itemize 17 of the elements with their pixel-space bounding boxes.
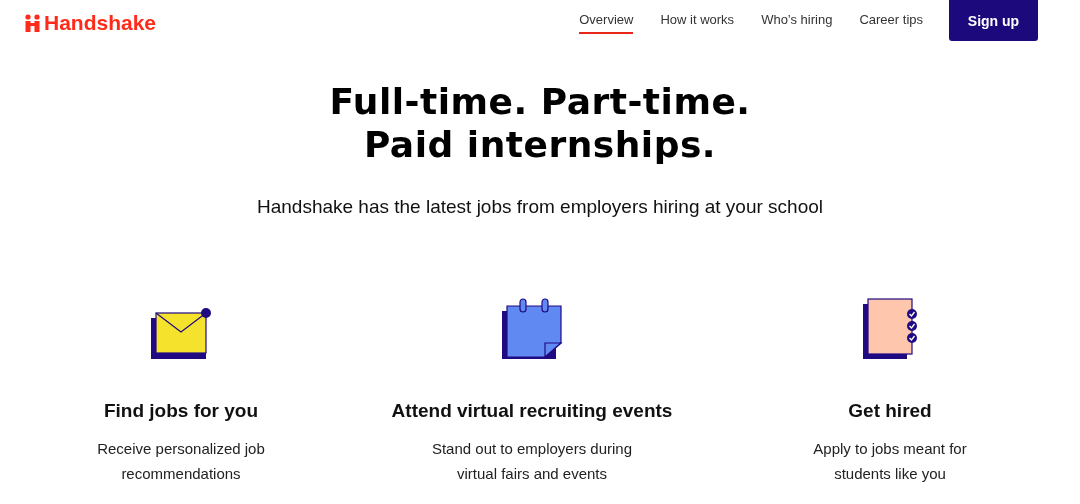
feature-title: Get hired — [848, 400, 932, 422]
feature-description: Receive personalized job recommendations — [97, 439, 265, 484]
nav-link[interactable]: How it works — [660, 0, 735, 34]
nav-link[interactable]: Overview — [579, 0, 634, 34]
feature-title: Find jobs for you — [103, 400, 259, 422]
logo-icon — [25, 14, 41, 32]
hero-subtitle: Handshake has the latest jobs from employers hiring at your school — [256, 196, 824, 218]
nav-link[interactable]: Career tips — [859, 0, 923, 34]
envelope-icon — [150, 308, 212, 360]
notebook-icon — [862, 298, 918, 360]
calendar-icon — [501, 298, 563, 360]
feature-description: Apply to jobs meant for students like you — [813, 439, 967, 484]
feature-title: Attend virtual recruiting events — [391, 400, 673, 422]
nav-link[interactable]: Who’s hiring — [761, 0, 833, 34]
sign-up-button[interactable]: Sign up — [949, 0, 1038, 41]
hero-title: Full-time. Part-time. Paid internships. — [329, 80, 751, 166]
feature-description: Stand out to employers during virtual fairs and events — [431, 439, 633, 484]
